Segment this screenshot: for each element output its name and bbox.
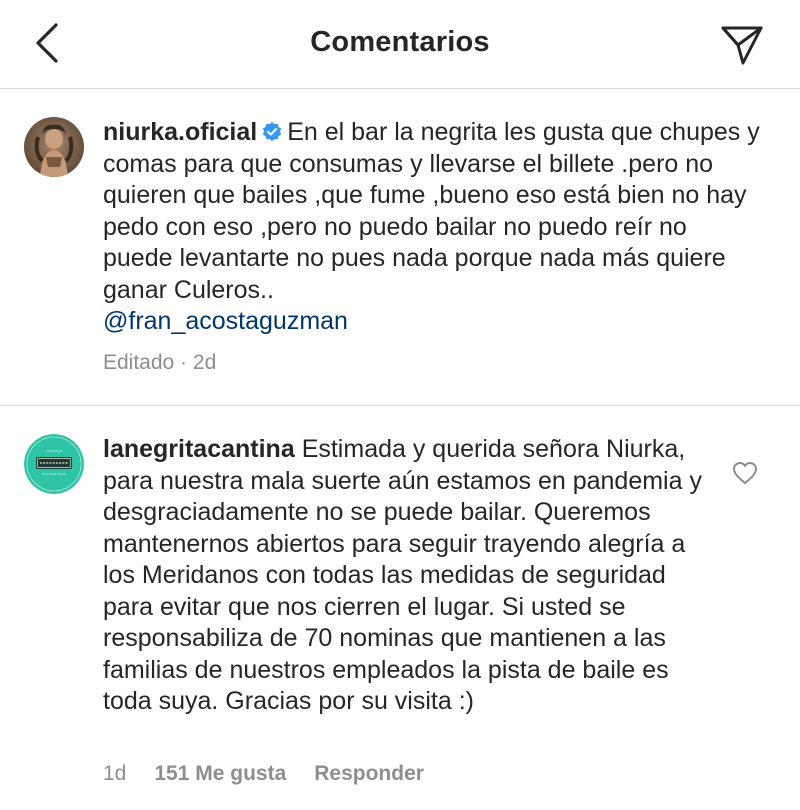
- mention-link[interactable]: @fran_acostaguzman: [103, 307, 348, 335]
- avatar[interactable]: [24, 117, 84, 177]
- comment-item: lanegritacantina Estimada y querida seño…: [0, 406, 800, 810]
- profile-photo-icon: [24, 117, 84, 177]
- reply-button[interactable]: Responder: [314, 762, 424, 786]
- verified-badge-icon: [263, 121, 282, 142]
- header-bar: Comentarios: [0, 0, 800, 89]
- comment-meta: 1d 151 Me gusta Responder: [103, 762, 424, 786]
- caption-text: niurka.oficial En el bar la negrita les g…: [103, 117, 763, 338]
- post-caption: niurka.oficial En el bar la negrita les g…: [0, 89, 800, 406]
- comment-text: lanegritacantina Estimada y querida seño…: [103, 434, 713, 718]
- share-button[interactable]: [714, 18, 770, 72]
- like-button[interactable]: [730, 458, 760, 488]
- paper-plane-icon: [721, 26, 763, 65]
- likes-count-link[interactable]: 151 Me gusta: [154, 762, 286, 786]
- heart-outline-icon: [733, 462, 757, 484]
- cantina-logo-icon: [24, 434, 84, 494]
- caption-meta: Editado · 2d: [103, 351, 216, 375]
- page-title: Comentarios: [310, 26, 490, 58]
- avatar[interactable]: [24, 434, 84, 494]
- edited-timestamp: Editado · 2d: [103, 351, 217, 374]
- username-link[interactable]: niurka.oficial: [103, 118, 257, 146]
- comment-timestamp: 1d: [103, 762, 127, 785]
- comment-body: Estimada y querida señora Niurka, para n…: [103, 435, 702, 715]
- username-link[interactable]: lanegritacantina: [103, 435, 295, 463]
